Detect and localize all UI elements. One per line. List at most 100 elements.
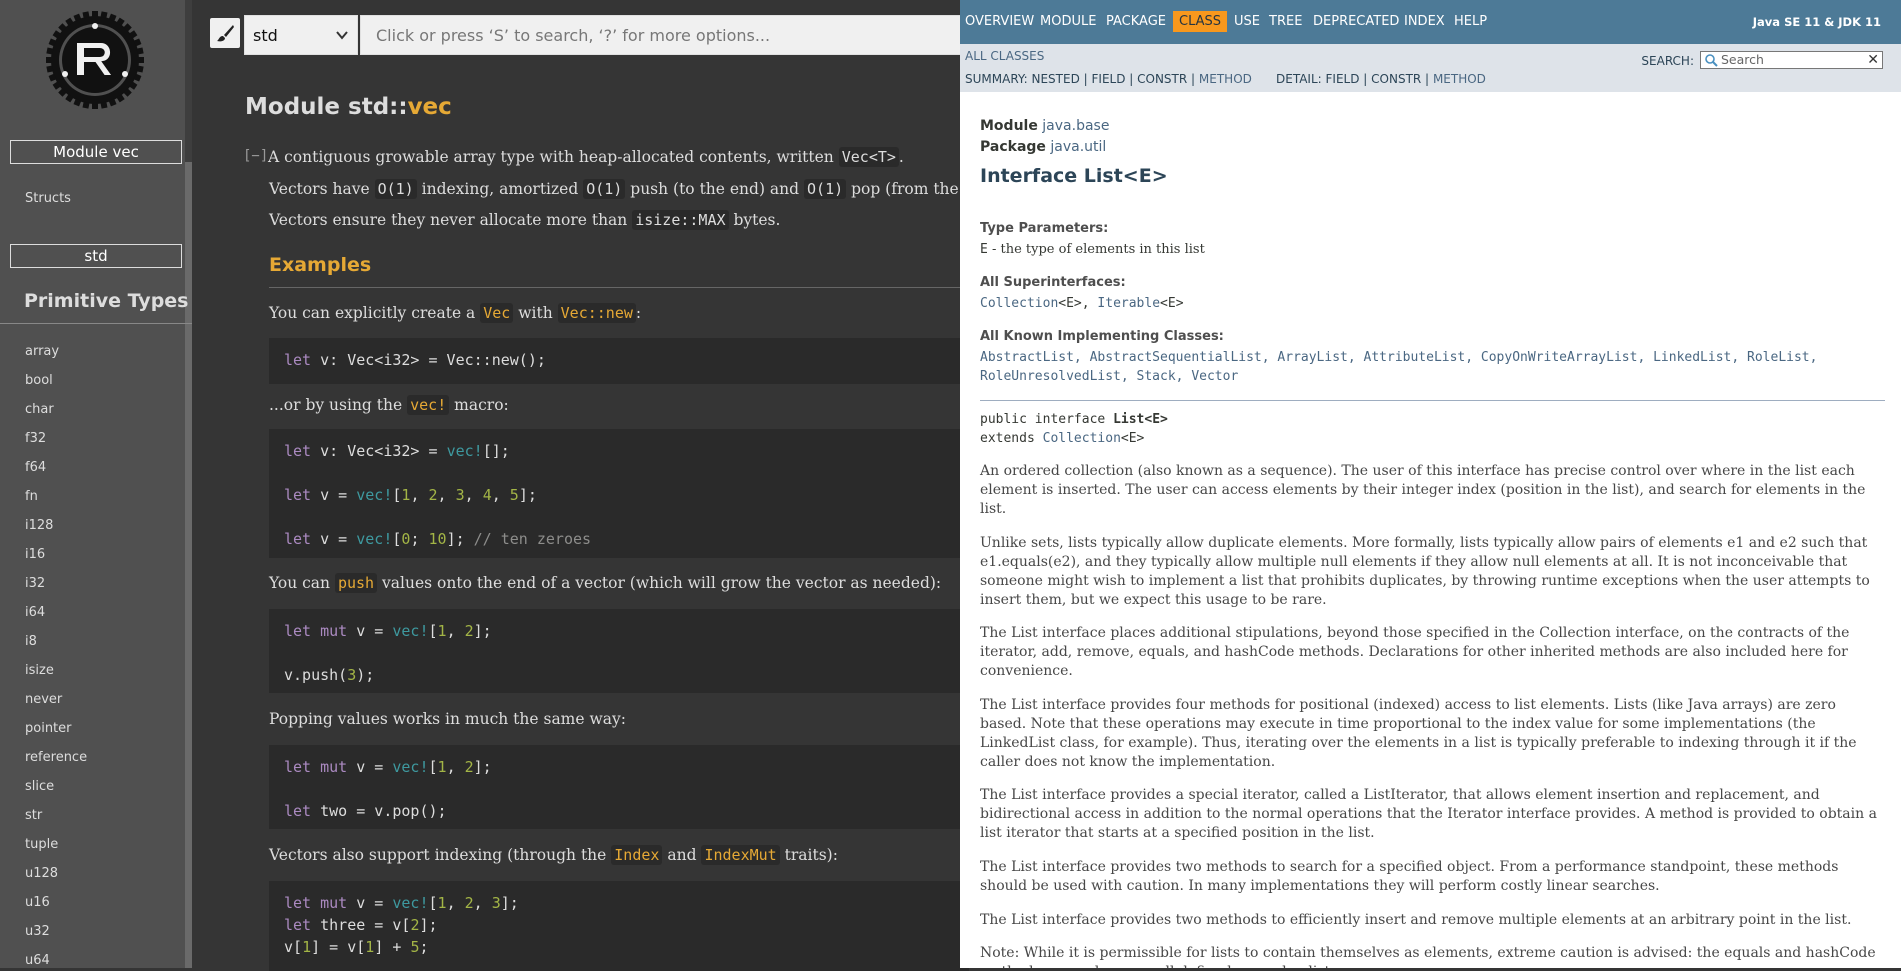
module-line: Module java.base [980, 118, 1109, 134]
nav-help[interactable]: HELP [1454, 14, 1487, 29]
primitive-link-u32[interactable]: u32 [25, 924, 87, 953]
intro-paragraph: A contiguous growable array type with he… [268, 147, 904, 167]
primitive-link-i64[interactable]: i64 [25, 605, 87, 634]
crate-select[interactable]: std [244, 15, 358, 55]
primitive-link-f32[interactable]: f32 [25, 431, 87, 460]
primitive-link-str[interactable]: str [25, 808, 87, 837]
nav-index[interactable]: INDEX [1404, 14, 1445, 29]
primitive-link-char[interactable]: char [25, 402, 87, 431]
primitive-link-u16[interactable]: u16 [25, 895, 87, 924]
collection-generic: <E>, [1058, 296, 1090, 311]
primitive-link-tuple[interactable]: tuple [25, 837, 87, 866]
nav-tree[interactable]: TREE [1269, 14, 1302, 29]
indexmut-trait-link[interactable]: IndexMut [701, 845, 780, 865]
signature-collection-link[interactable]: Collection [1043, 431, 1121, 446]
nav-package[interactable]: PACKAGE [1106, 14, 1166, 29]
ex2-text-b: macro: [454, 396, 509, 414]
vec-type-link[interactable]: Vec [480, 303, 514, 323]
summary-method-link[interactable]: METHOD [1199, 72, 1252, 86]
nav-module[interactable]: MODULE [1040, 14, 1096, 29]
sidebar-link-structs[interactable]: Structs [25, 191, 71, 206]
ex1-text-b: with [518, 304, 553, 322]
type-params-label: Type Parameters: [980, 221, 1109, 236]
detail-label: DETAIL: [1276, 72, 1322, 86]
ex5-text-a: Vectors also support indexing (through t… [269, 846, 607, 864]
sidebar-divider [0, 323, 192, 324]
examples-heading[interactable]: Examples [269, 254, 371, 276]
implementing-classes-line-1[interactable]: AbstractList, AbstractSequentialList, Ar… [980, 350, 1817, 365]
rust-main-content: std Click or press ‘S’ to search, ‘?’ fo… [192, 0, 1004, 971]
search-label: SEARCH: [1641, 54, 1694, 68]
nav-overview[interactable]: OVERVIEW [965, 14, 1034, 29]
p2-text-b: indexing, amortized [421, 180, 579, 198]
crate-std-box[interactable]: std [10, 244, 182, 268]
interface-title: Interface List<E> [980, 165, 1168, 187]
summary-label: SUMMARY: [965, 72, 1028, 86]
primitive-link-pointer[interactable]: pointer [25, 721, 87, 750]
module-path[interactable]: Module std:: [245, 94, 408, 120]
primitive-link-fn[interactable]: fn [25, 489, 87, 518]
nav-deprecated[interactable]: DEPRECATED [1313, 14, 1399, 29]
examples-divider [269, 287, 969, 288]
module-link[interactable]: java.base [1042, 118, 1109, 134]
module-vec-box[interactable]: Module vec [10, 140, 182, 164]
primitive-types-list: array bool char f32 f64 fn i128 i16 i32 i64 i8 isiz… [25, 344, 87, 968]
description-paragraph-3: The List interface places additional sti… [980, 625, 1850, 679]
primitive-link-u64[interactable]: u64 [25, 953, 87, 968]
all-classes-link[interactable]: ALL CLASSES [965, 49, 1044, 63]
nav-class[interactable]: CLASS [1173, 11, 1228, 32]
vec-macro-link[interactable]: vec! [407, 395, 450, 415]
primitive-link-i128[interactable]: i128 [25, 518, 87, 547]
code-line: let mut v = vec![1, 2, 3]; [284, 894, 519, 912]
primitive-link-array[interactable]: array [25, 344, 87, 373]
implementing-classes-line-2[interactable]: RoleUnresolvedList, Stack, Vector [980, 369, 1238, 384]
primitive-link-i16[interactable]: i16 [25, 547, 87, 576]
collapse-toggle[interactable]: [−] [243, 148, 268, 164]
p3-text-b: bytes. [733, 211, 781, 229]
module-title: Module std::vec [245, 94, 452, 120]
primitive-link-u128[interactable]: u128 [25, 866, 87, 895]
description-paragraph-8: Note: While it is permissible for lists … [980, 945, 1876, 968]
p2-code-3: O(1) [804, 179, 847, 199]
primitive-link-bool[interactable]: bool [25, 373, 87, 402]
nav-use[interactable]: USE [1234, 14, 1260, 29]
collection-link[interactable]: Collection [980, 296, 1058, 311]
iterable-link[interactable]: Iterable [1097, 296, 1160, 311]
search-placeholder: Search [1721, 52, 1764, 67]
detail-method-link[interactable]: METHOD [1433, 72, 1486, 86]
primitive-link-i32[interactable]: i32 [25, 576, 87, 605]
sidebar-scroll-thumb[interactable] [185, 162, 192, 968]
vec-new-link[interactable]: Vec::new [557, 303, 636, 323]
p2-text-a: Vectors have [269, 180, 370, 198]
primitive-link-reference[interactable]: reference [25, 750, 87, 779]
module-label: Module [980, 118, 1038, 134]
crate-select-value: std [253, 26, 278, 45]
search-input[interactable]: Click or press ‘S’ to search, ‘?’ for mo… [360, 15, 980, 55]
ex1-text-c: : [635, 304, 642, 322]
code-line: let three = v[2]; [284, 916, 438, 934]
example-5-text: Vectors also support indexing (through t… [269, 845, 838, 865]
theme-picker-button[interactable] [210, 18, 240, 48]
primitive-link-never[interactable]: never [25, 692, 87, 721]
primitive-link-slice[interactable]: slice [25, 779, 87, 808]
complexity-paragraph: Vectors have O(1) indexing, amortized O(… [269, 179, 1004, 199]
primitive-link-isize[interactable]: isize [25, 663, 87, 692]
primitive-link-f64[interactable]: f64 [25, 460, 87, 489]
rust-logo-icon[interactable] [43, 8, 147, 112]
summary-nav: SUMMARY: NESTED | FIELD | CONSTR | METHO… [965, 72, 1252, 86]
example-3-text: You can push values onto the end of a ve… [269, 573, 941, 593]
push-link[interactable]: push [334, 573, 378, 593]
index-trait-link[interactable]: Index [611, 845, 663, 865]
package-label: Package [980, 139, 1046, 155]
clear-search-icon[interactable]: ✕ [1867, 52, 1879, 68]
ex5-text-c: traits): [784, 846, 838, 864]
primitive-link-i8[interactable]: i8 [25, 634, 87, 663]
type-params-value: E - the type of elements in this list [980, 242, 1205, 257]
description-paragraph-5: The List interface provides a special it… [980, 787, 1877, 841]
sidebar-scrollbar[interactable] [185, 0, 192, 968]
javadoc-top-nav: OVERVIEW MODULE PACKAGE CLASS USE TREE D… [960, 0, 1901, 44]
javadoc-search-input[interactable]: Search ✕ [1700, 51, 1883, 69]
package-link[interactable]: java.util [1050, 139, 1106, 155]
superinterfaces-value: Collection<E>, Iterable<E> [980, 296, 1184, 311]
implementing-classes-label: All Known Implementing Classes: [980, 329, 1224, 344]
